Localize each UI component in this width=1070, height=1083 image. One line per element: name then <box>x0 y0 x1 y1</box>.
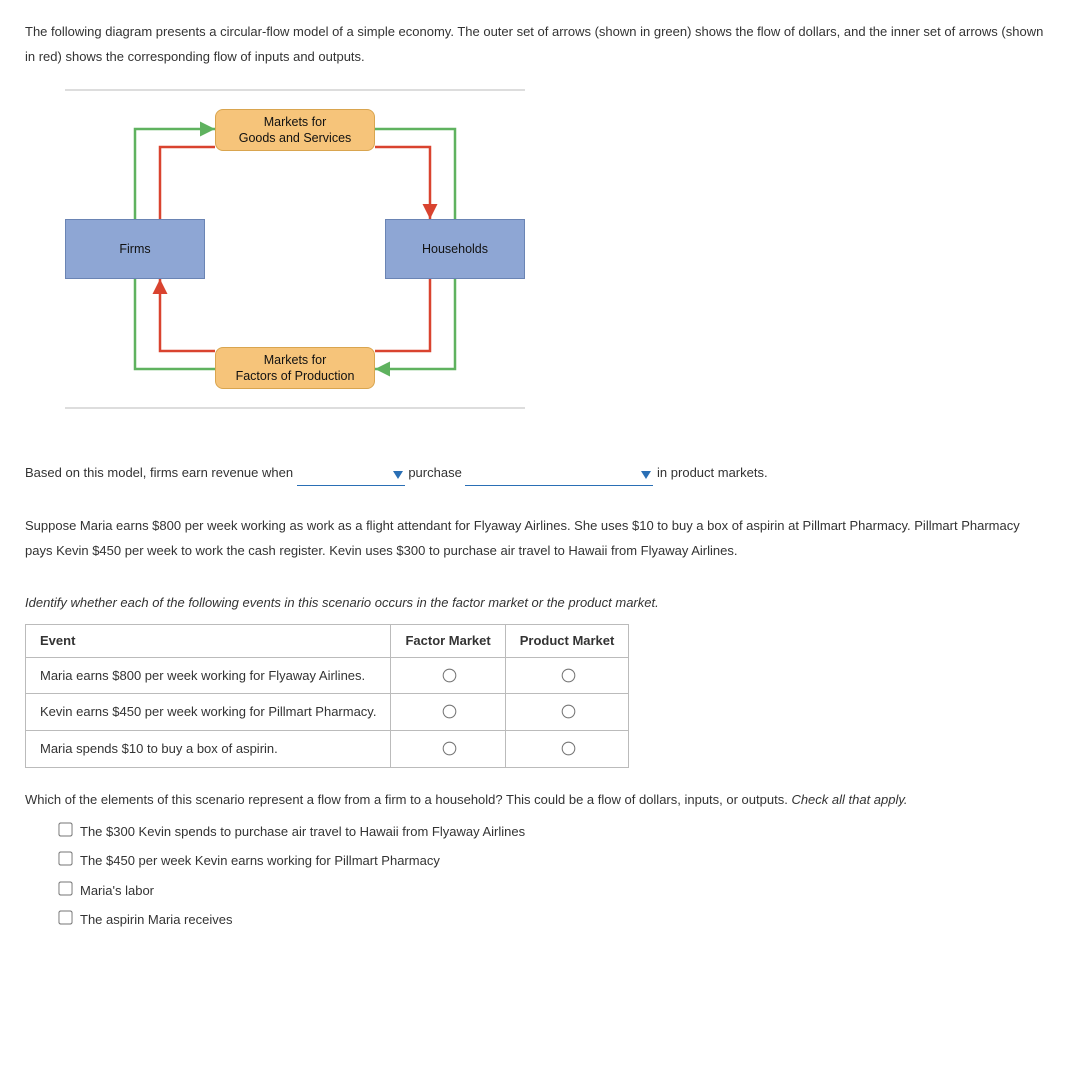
fill-sentence: Based on this model, firms earn revenue … <box>25 461 1045 486</box>
table-row: Kevin earns $450 per week working for Pi… <box>26 694 629 731</box>
checkbox-2[interactable] <box>58 881 72 895</box>
radio-product-1[interactable] <box>561 705 575 719</box>
radio-factor-0[interactable] <box>442 668 456 682</box>
event-cell: Kevin earns $450 per week working for Pi… <box>26 694 391 731</box>
check-option-2[interactable]: Maria's labor <box>55 879 1045 900</box>
markets-goods-box: Markets for Goods and Services <box>215 109 375 151</box>
checkbox-list: The $300 Kevin spends to purchase air tr… <box>55 820 1045 929</box>
sentence-pre: Based on this model, firms earn revenue … <box>25 465 297 480</box>
radio-factor-2[interactable] <box>442 742 456 756</box>
radio-factor-1[interactable] <box>442 705 456 719</box>
check-prompt-b: Check all that apply. <box>791 792 907 807</box>
event-cell: Maria spends $10 to buy a box of aspirin… <box>26 730 391 767</box>
chevron-down-icon <box>393 471 403 479</box>
th-product: Product Market <box>505 625 629 658</box>
table-row: Maria spends $10 to buy a box of aspirin… <box>26 730 629 767</box>
sentence-mid: purchase <box>408 465 465 480</box>
intro-text: The following diagram presents a circula… <box>25 20 1045 69</box>
circular-flow-diagram: Markets for Goods and Services Firms Hou… <box>65 99 525 399</box>
check-label: Maria's labor <box>80 883 154 898</box>
markets-factors-box: Markets for Factors of Production <box>215 347 375 389</box>
th-event: Event <box>26 625 391 658</box>
households-box: Households <box>385 219 525 279</box>
table-row: Maria earns $800 per week working for Fl… <box>26 657 629 694</box>
check-label: The $450 per week Kevin earns working fo… <box>80 853 440 868</box>
check-prompt-a: Which of the elements of this scenario r… <box>25 792 791 807</box>
check-label: The aspirin Maria receives <box>80 912 232 927</box>
check-option-3[interactable]: The aspirin Maria receives <box>55 908 1045 929</box>
th-factor: Factor Market <box>391 625 505 658</box>
events-table: Event Factor Market Product Market Maria… <box>25 624 629 767</box>
checkbox-1[interactable] <box>58 852 72 866</box>
dropdown-1[interactable] <box>297 467 405 486</box>
checkbox-3[interactable] <box>58 910 72 924</box>
sentence-post: in product markets. <box>657 465 768 480</box>
table-header-row: Event Factor Market Product Market <box>26 625 629 658</box>
checkbox-0[interactable] <box>58 823 72 837</box>
radio-product-0[interactable] <box>561 668 575 682</box>
firms-box: Firms <box>65 219 205 279</box>
check-prompt: Which of the elements of this scenario r… <box>25 788 1045 813</box>
chevron-down-icon <box>641 471 651 479</box>
check-option-0[interactable]: The $300 Kevin spends to purchase air tr… <box>55 820 1045 841</box>
event-cell: Maria earns $800 per week working for Fl… <box>26 657 391 694</box>
radio-product-2[interactable] <box>561 742 575 756</box>
check-label: The $300 Kevin spends to purchase air tr… <box>80 824 525 839</box>
dropdown-2[interactable] <box>465 467 653 486</box>
table-prompt: Identify whether each of the following e… <box>25 591 1045 616</box>
diagram-container: Markets for Goods and Services Firms Hou… <box>65 89 525 409</box>
check-option-1[interactable]: The $450 per week Kevin earns working fo… <box>55 849 1045 870</box>
scenario-text: Suppose Maria earns $800 per week workin… <box>25 514 1045 563</box>
